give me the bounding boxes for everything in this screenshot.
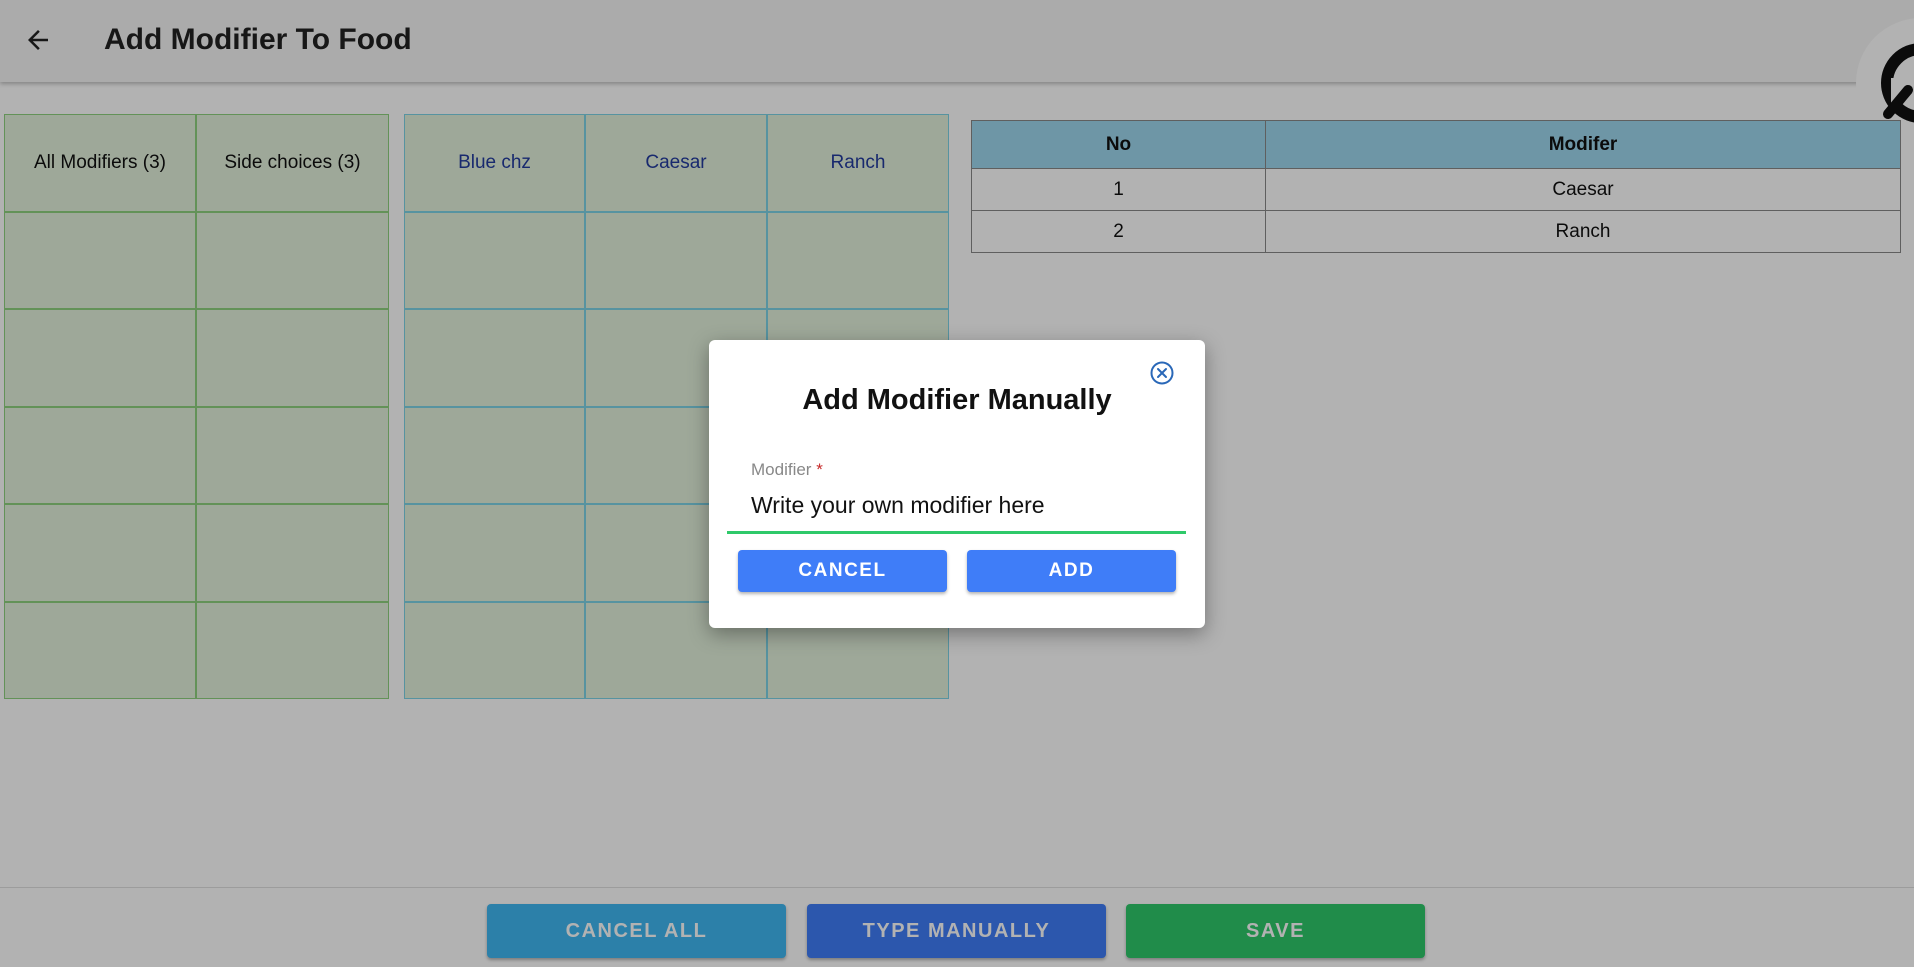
- required-mark: *: [816, 460, 823, 479]
- dialog-title: Add Modifier Manually: [802, 384, 1112, 416]
- modifier-field-label: Modifier *: [751, 460, 823, 480]
- dialog-add-button[interactable]: ADD: [967, 550, 1176, 592]
- app-root: Add Modifier To Food All Modifiers (3) S…: [0, 0, 1914, 967]
- close-circle-icon: [1150, 361, 1174, 385]
- modifier-label-text: Modifier: [751, 460, 812, 479]
- dialog-cancel-button[interactable]: CANCEL: [738, 550, 947, 592]
- close-button[interactable]: [1149, 360, 1175, 386]
- modifier-input[interactable]: [727, 480, 1186, 534]
- add-modifier-dialog: Add Modifier Manually Modifier * CANCEL …: [709, 340, 1205, 628]
